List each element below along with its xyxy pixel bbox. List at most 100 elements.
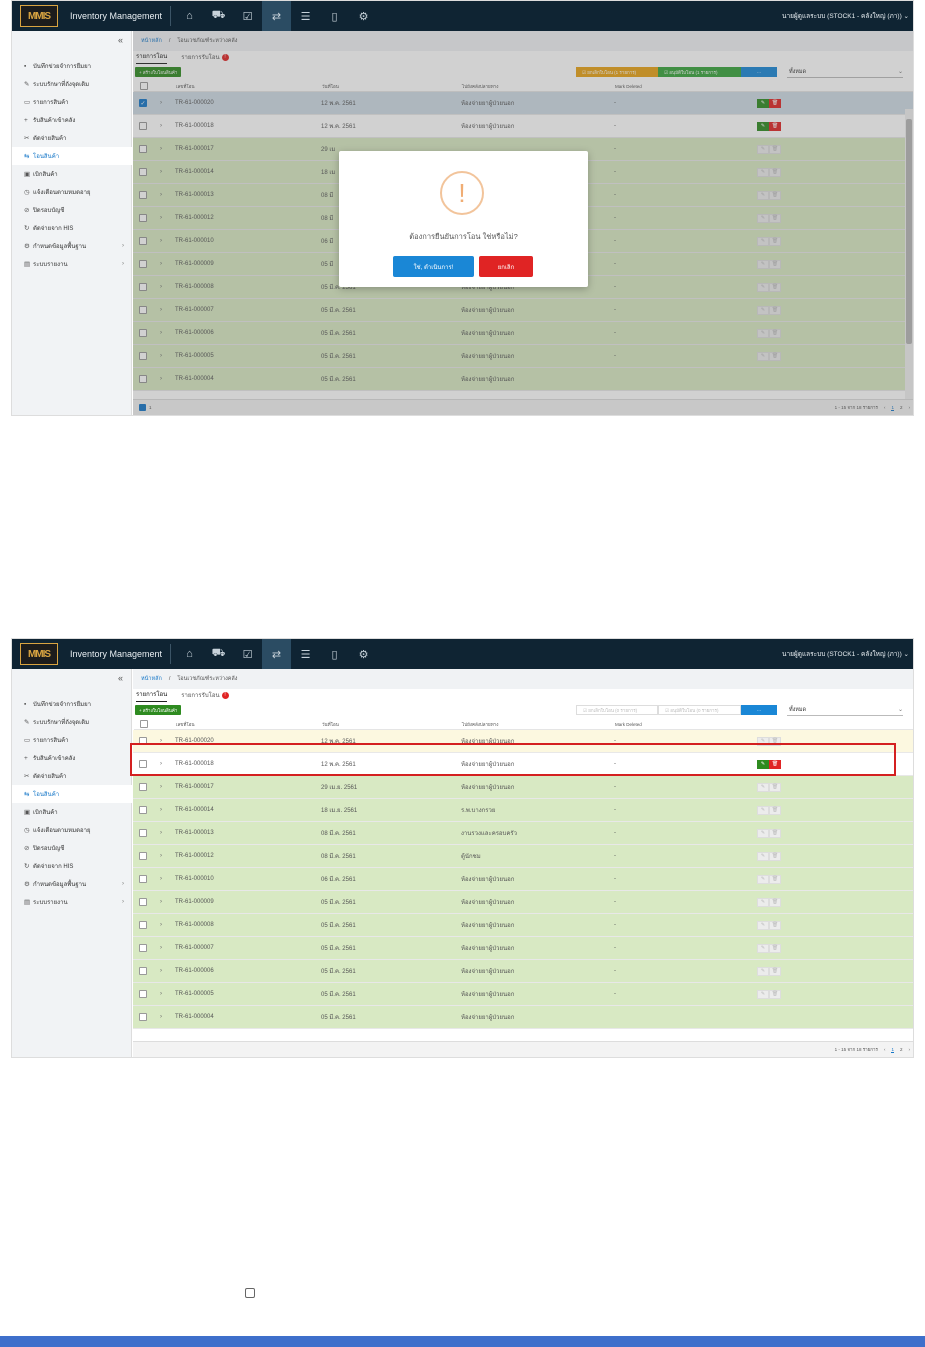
edit-icon[interactable]: ✎ [757,920,769,930]
row-checkbox[interactable] [139,967,147,975]
col-destination[interactable]: ไปยังคลังปลายทาง [462,721,615,728]
transfer-icon[interactable]: ⇄ [262,639,291,669]
delete-icon[interactable]: 🗑 [769,828,781,838]
row-checkbox[interactable] [139,921,147,929]
cancel-selected-button[interactable]: ☑ ยกเลิกใบโอน (0 รายการ) [576,705,658,715]
page-1[interactable]: 1 [891,1047,894,1053]
checklist-icon[interactable]: ☑ [233,1,262,31]
row-checkbox[interactable] [139,898,147,906]
sidebar-item[interactable]: ⚙ กำหนดข้อมูลพื้นฐาน › [12,237,132,255]
expand-row-icon[interactable]: › [149,853,173,859]
database-icon[interactable]: ☰ [291,1,320,31]
expand-row-icon[interactable]: › [149,922,173,928]
expand-row-icon[interactable]: › [149,784,173,790]
transfer-icon[interactable]: ⇄ [262,1,291,31]
col-mark-deleted[interactable]: Mark Deleted [615,722,758,727]
sidebar-item[interactable]: ▭ รายการสินค้า [12,731,132,749]
database-icon[interactable]: ☰ [291,639,320,669]
expand-row-icon[interactable]: › [149,968,173,974]
col-transfer-date[interactable]: วันที่โอน [322,721,462,728]
table-row[interactable]: › TR-61-000014 18 เม.ย. 2561 ร.พ.บางกรวย - ✎ 🗑 [133,799,913,822]
table-row[interactable]: › TR-61-000009 05 มี.ค. 2561 ห้องจ่ายยาผู้ป… [133,891,913,914]
breadcrumb-home[interactable]: หน้าหลัก [141,675,162,683]
sidebar-item[interactable]: ◷ แจ้งเตือนตามหมดอายุ [12,183,132,201]
checkbox[interactable] [245,1288,255,1298]
sidebar-item[interactable]: ✂ ตัดจ่ายสินค้า [12,767,132,785]
sidebar-item[interactable]: ▤ ระบบรายงาน › [12,893,132,911]
more-actions-button[interactable]: ··· [741,705,777,715]
sidebar-item[interactable]: ◷ แจ้งเตือนตามหมดอายุ [12,821,132,839]
expand-row-icon[interactable]: › [149,945,173,951]
collapse-sidebar-icon[interactable]: « [118,673,123,683]
table-row[interactable]: › TR-61-000010 06 มี.ค. 2561 ห้องจ่ายยาผู้ป… [133,868,913,891]
sidebar-item[interactable]: ⇆ โอนสินค้า [12,785,132,803]
delete-icon[interactable]: 🗑 [769,805,781,815]
delete-icon[interactable]: 🗑 [769,782,781,792]
sidebar-item[interactable]: ✎ ระบบรักษาที่ถังจุดเดิม [12,75,132,93]
sidebar-item[interactable]: ✂ ตัดจ่ายสินค้า [12,129,132,147]
edit-icon[interactable]: ✎ [757,828,769,838]
page-2[interactable]: 2 [900,1047,903,1052]
sidebar-item[interactable]: ⚙ กำหนดข้อมูลพื้นฐาน › [12,875,132,893]
sidebar-item[interactable]: ✎ ระบบรักษาที่ถังจุดเดิม [12,713,132,731]
approve-selected-button[interactable]: ☑ อนุมัติใบโอน (0 รายการ) [658,705,741,715]
user-menu[interactable]: นายผู้ดูแลระบบ (STOCK1 - คลังใหญ่ (ภา)) … [782,11,909,21]
edit-icon[interactable]: ✎ [757,966,769,976]
sidebar-item[interactable]: ⊘ ปิดรอบบัญชี [12,839,132,857]
tab-receive-list[interactable]: รายการรับโอน! [181,690,229,702]
expand-row-icon[interactable]: › [149,899,173,905]
table-row[interactable]: › TR-61-000017 29 เม.ย. 2561 ห้องจ่ายยาผู้ป… [133,776,913,799]
cart-icon[interactable]: ⛟ [204,639,233,669]
document-icon[interactable]: ▯ [320,639,349,669]
sidebar-item[interactable]: ↻ ตัดจ่ายจาก HIS [12,219,132,237]
gear-icon[interactable]: ⚙ [349,639,378,669]
sidebar-item[interactable]: ▭ รายการสินค้า [12,93,132,111]
select-all-checkbox[interactable] [140,720,148,728]
home-icon[interactable]: ⌂ [175,1,204,31]
delete-icon[interactable]: 🗑 [769,874,781,884]
delete-icon[interactable]: 🗑 [769,966,781,976]
sidebar-item[interactable]: ↻ ตัดจ่ายจาก HIS [12,857,132,875]
row-checkbox[interactable] [139,944,147,952]
row-checkbox[interactable] [139,852,147,860]
edit-icon[interactable]: ✎ [757,805,769,815]
delete-icon[interactable]: 🗑 [769,851,781,861]
row-checkbox[interactable] [139,990,147,998]
user-menu[interactable]: นายผู้ดูแลระบบ (STOCK1 - คลังใหญ่ (ภา)) … [782,649,909,659]
create-transfer-button[interactable]: + สร้างใบโอนสินค้า [135,705,182,715]
gear-icon[interactable]: ⚙ [349,1,378,31]
sidebar-item[interactable]: ⇆ โอนสินค้า [12,147,132,165]
status-filter-select[interactable]: ทั้งหมด ⌄ [787,704,903,716]
row-checkbox[interactable] [139,783,147,791]
delete-icon[interactable]: 🗑 [769,989,781,999]
expand-row-icon[interactable]: › [149,830,173,836]
row-checkbox[interactable] [139,1013,147,1021]
edit-icon[interactable]: ✎ [757,874,769,884]
col-transfer-no[interactable]: เลขที่โอน [174,721,322,728]
home-icon[interactable]: ⌂ [175,639,204,669]
row-checkbox[interactable] [139,806,147,814]
expand-row-icon[interactable]: › [149,991,173,997]
checklist-icon[interactable]: ☑ [233,639,262,669]
confirm-yes-button[interactable]: ใช่, ดำเนินการ! [393,256,474,277]
sidebar-item[interactable]: ▣ เบิกสินค้า [12,803,132,821]
row-checkbox[interactable] [139,875,147,883]
confirm-cancel-button[interactable]: ยกเลิก [479,256,533,277]
edit-icon[interactable]: ✎ [757,851,769,861]
row-checkbox[interactable] [139,829,147,837]
expand-row-icon[interactable]: › [149,1014,173,1020]
sidebar-item[interactable]: ▪ บันทึกข่วยจำการยืมยา [12,57,132,75]
edit-icon[interactable]: ✎ [757,897,769,907]
delete-icon[interactable]: 🗑 [769,897,781,907]
table-row[interactable]: › TR-61-000004 05 มี.ค. 2561 ห้องจ่ายยาผู้ป… [133,1006,913,1029]
sidebar-item[interactable]: ▤ ระบบรายงาน › [12,255,132,273]
sidebar-item[interactable]: ▣ เบิกสินค้า [12,165,132,183]
next-page-icon[interactable]: › [909,1047,911,1052]
table-row[interactable]: › TR-61-000006 05 มี.ค. 2561 ห้องจ่ายยาผู้ป… [133,960,913,983]
expand-row-icon[interactable]: › [149,876,173,882]
sidebar-item[interactable]: + รับสินค้าเข้าคลัง [12,111,132,129]
cart-icon[interactable]: ⛟ [204,1,233,31]
tab-transfer-list[interactable]: รายการโอน [136,689,168,702]
table-row[interactable]: › TR-61-000012 08 มี.ค. 2561 ตู้นักชม - ✎ 🗑 [133,845,913,868]
delete-icon[interactable]: 🗑 [769,920,781,930]
